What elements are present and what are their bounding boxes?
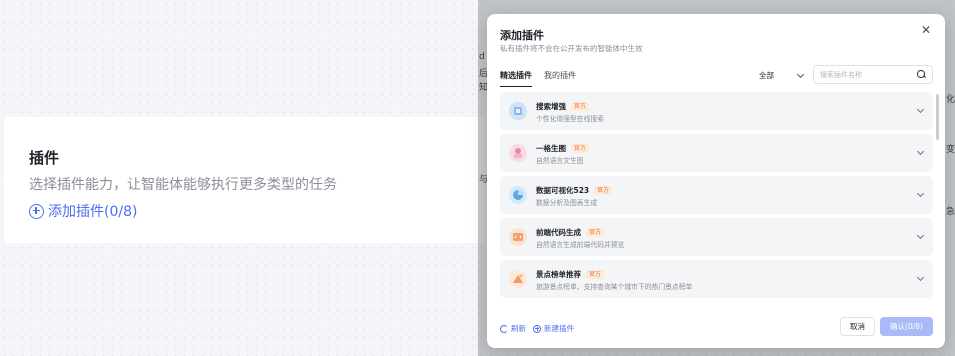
- plugin-list: 搜索增强 官方 个性化增强型在线搜索 一格生图 官方 自然语言文生图 数据可视化…: [500, 92, 933, 300]
- search-enhance-icon: [509, 102, 527, 120]
- category-filter-select[interactable]: 全部: [753, 67, 809, 84]
- search-icon[interactable]: [917, 70, 926, 79]
- official-badge: 官方: [586, 270, 605, 279]
- plugin-card-description: 选择插件能力，让智能体能够执行更多类型的任务: [29, 177, 337, 193]
- official-badge: 官方: [571, 144, 590, 153]
- plugin-item[interactable]: 搜索增强 官方 个性化增强型在线搜索: [500, 92, 933, 130]
- frontend-code-icon: [509, 228, 527, 246]
- background-text-fragment: 变: [946, 145, 955, 155]
- background-text-fragment: 化: [946, 95, 955, 105]
- chevron-down-icon[interactable]: [916, 189, 925, 198]
- modal-title: 添加插件: [500, 29, 544, 42]
- scrollbar[interactable]: [936, 94, 939, 140]
- refresh-icon: [500, 324, 508, 333]
- plugin-name: 搜索增强: [536, 102, 566, 111]
- official-badge: 官方: [594, 186, 613, 195]
- plugin-item[interactable]: 景点榜单推荐 官方 旅游景点榜单，支持查询某个城市下的热门景点榜单: [500, 260, 933, 298]
- image-gen-icon: [509, 144, 527, 162]
- confirm-button[interactable]: 确认(0/8): [880, 317, 933, 336]
- plugin-card-title: 插件: [29, 149, 60, 167]
- plugin-name: 前端代码生成: [536, 228, 581, 237]
- official-badge: 官方: [571, 102, 590, 111]
- plus-circle-icon: [533, 324, 541, 333]
- add-plugin-modal: 添加插件 私有插件将不会在公开发布的智能体中生效 ✕ 精选插件 我的插件 全部 …: [487, 14, 945, 348]
- scenic-ranking-icon: [509, 270, 527, 288]
- chevron-down-icon: [796, 70, 805, 78]
- background-text-fragment: 急: [946, 207, 955, 217]
- chevron-down-icon[interactable]: [916, 231, 925, 240]
- plugin-item[interactable]: 数据可视化523 官方 数据分析及图表生成: [500, 176, 933, 214]
- add-plugin-label: 添加插件(0/8): [48, 204, 138, 220]
- refresh-button[interactable]: 刷新: [500, 323, 526, 334]
- plugin-item[interactable]: 前端代码生成 官方 自然语言生成前端代码并预览: [500, 218, 933, 256]
- modal-subtitle: 私有插件将不会在公开发布的智能体中生效: [500, 44, 643, 53]
- plus-circle-icon: [29, 203, 44, 219]
- chevron-down-icon[interactable]: [916, 105, 925, 114]
- add-plugin-link[interactable]: 添加插件(0/8): [29, 201, 137, 221]
- tab-featured-plugins[interactable]: 精选插件: [500, 70, 532, 87]
- close-icon[interactable]: ✕: [919, 23, 933, 37]
- chevron-down-icon[interactable]: [916, 147, 925, 156]
- plugin-description: 自然语言生成前端代码并预览: [536, 241, 625, 249]
- background-text-fragment: d: [479, 52, 485, 62]
- plugin-search-box[interactable]: [813, 65, 933, 84]
- category-filter-value: 全部: [759, 71, 774, 80]
- search-input[interactable]: [820, 70, 917, 79]
- refresh-label: 刷新: [511, 324, 526, 333]
- plugin-description: 旅游景点榜单，支持查询某个城市下的热门景点榜单: [536, 283, 693, 291]
- plugin-name: 数据可视化523: [536, 186, 590, 195]
- plugin-name: 一格生图: [536, 144, 566, 153]
- plugin-description: 数据分析及图表生成: [536, 199, 598, 207]
- plugin-item[interactable]: 一格生图 官方 自然语言文生图: [500, 134, 933, 172]
- tab-my-plugins[interactable]: 我的插件: [544, 70, 576, 87]
- plugin-card: 插件 选择插件能力，让智能体能够执行更多类型的任务 添加插件(0/8): [4, 117, 504, 243]
- chevron-down-icon[interactable]: [916, 273, 925, 282]
- plugin-description: 个性化增强型在线搜索: [536, 115, 604, 123]
- plugin-name: 景点榜单推荐: [536, 270, 581, 279]
- official-badge: 官方: [586, 228, 605, 237]
- data-viz-icon: [509, 186, 527, 204]
- new-plugin-button[interactable]: 新建插件: [533, 323, 574, 334]
- new-plugin-label: 新建插件: [544, 324, 574, 333]
- plugin-tabs: 精选插件 我的插件: [500, 70, 576, 87]
- cancel-button[interactable]: 取消: [840, 317, 875, 336]
- plugin-description: 自然语言文生图: [536, 157, 584, 165]
